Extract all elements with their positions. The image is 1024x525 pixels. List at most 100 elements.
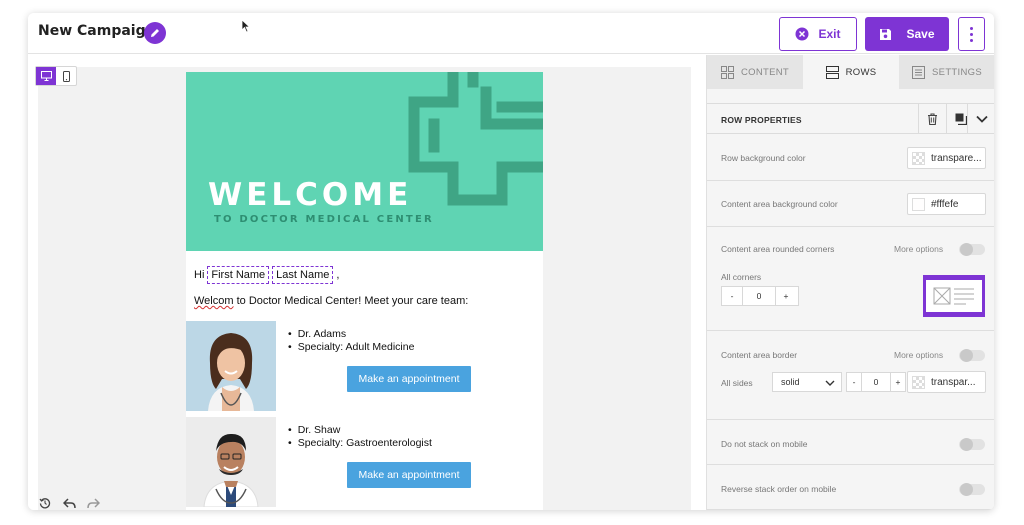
rows-icon bbox=[825, 65, 839, 79]
settings-list-icon bbox=[912, 65, 926, 79]
make-appointment-button[interactable]: Make an appointment bbox=[347, 462, 471, 488]
corners-value[interactable]: 0 bbox=[742, 287, 776, 305]
collapse-button[interactable] bbox=[967, 104, 994, 133]
welcome-text-rest: to Doctor Medical Center! Meet your care… bbox=[233, 295, 469, 307]
no-stack-toggle[interactable] bbox=[959, 438, 985, 451]
undo-button[interactable] bbox=[60, 496, 78, 510]
hero-subtitle: TO DOCTOR MEDICAL CENTER bbox=[214, 214, 434, 225]
rounded-corners-label: Content area rounded corners bbox=[721, 244, 835, 254]
rounded-corners-section: Content area rounded corners More option… bbox=[707, 227, 994, 331]
history-button[interactable] bbox=[36, 496, 54, 510]
reverse-stack-section: Reverse stack order on mobile bbox=[707, 465, 994, 510]
corners-stepper[interactable]: - 0 + bbox=[721, 286, 799, 306]
row-background-color-picker[interactable]: transpare... bbox=[907, 147, 986, 169]
doctor-specialty: Specialty: Gastroenterologist bbox=[288, 437, 432, 450]
image-placeholder-icon bbox=[933, 287, 974, 305]
save-label: Save bbox=[906, 27, 935, 41]
exit-label: Exit bbox=[818, 27, 841, 41]
duplicate-icon bbox=[955, 113, 967, 125]
tab-rows[interactable]: ROWS bbox=[803, 55, 899, 89]
trash-icon bbox=[928, 112, 937, 125]
border-section: Content area border More options All sid… bbox=[707, 331, 994, 420]
history-icon bbox=[39, 498, 51, 509]
undo-icon bbox=[62, 497, 76, 508]
more-options-label: More options bbox=[894, 350, 944, 360]
row-background-section: Row background color transpare... bbox=[707, 135, 994, 181]
doctor-specialty: Specialty: Adult Medicine bbox=[288, 341, 415, 354]
welcome-text[interactable]: Welcom to Doctor Medical Center! Meet yo… bbox=[194, 295, 468, 307]
tab-rows-label: ROWS bbox=[845, 66, 877, 78]
top-bar: New Campaign Exit Save bbox=[28, 13, 994, 54]
desktop-view-button[interactable] bbox=[36, 67, 56, 85]
properties-panel: CONTENT ROWS SETTINGS ROW PROPERTIES Row… bbox=[706, 55, 994, 510]
border-more-toggle[interactable] bbox=[959, 349, 985, 362]
reverse-stack-toggle[interactable] bbox=[959, 483, 985, 496]
content-background-label: Content area background color bbox=[721, 199, 838, 209]
border-width-stepper[interactable]: - 0 + bbox=[846, 372, 906, 392]
increment-button[interactable]: + bbox=[776, 287, 796, 305]
no-stack-section: Do not stack on mobile bbox=[707, 420, 994, 465]
decrement-button[interactable]: - bbox=[847, 373, 861, 391]
tab-content-label: CONTENT bbox=[740, 66, 789, 78]
doctor-row[interactable]: Dr. Shaw Specialty: Gastroenterologist M… bbox=[186, 417, 543, 507]
more-options-button[interactable] bbox=[958, 17, 985, 51]
make-appointment-button[interactable]: Make an appointment bbox=[347, 366, 471, 392]
tab-settings[interactable]: SETTINGS bbox=[899, 55, 994, 89]
decrement-button[interactable]: - bbox=[722, 287, 742, 305]
misspelled-word: Welcom bbox=[194, 295, 234, 307]
corner-preview bbox=[923, 275, 985, 317]
row-properties-header: ROW PROPERTIES bbox=[707, 103, 994, 134]
history-controls bbox=[36, 496, 102, 510]
floppy-disk-icon bbox=[880, 28, 892, 40]
content-background-color-picker[interactable]: #fffefe bbox=[907, 193, 986, 215]
panel-tabs: CONTENT ROWS SETTINGS bbox=[707, 55, 994, 89]
hero-banner[interactable]: WELCOME TO DOCTOR MEDICAL CENTER bbox=[186, 72, 543, 251]
all-sides-label: All sides bbox=[721, 378, 753, 388]
pencil-icon[interactable] bbox=[144, 22, 166, 44]
chevron-down-icon bbox=[975, 115, 988, 123]
monitor-icon bbox=[40, 71, 52, 81]
device-view-toggle bbox=[35, 66, 77, 86]
increment-button[interactable]: + bbox=[891, 373, 905, 391]
row-properties-title: ROW PROPERTIES bbox=[721, 115, 802, 125]
doctor-photo bbox=[186, 321, 276, 411]
all-corners-label: All corners bbox=[721, 272, 762, 282]
doctor-name: Dr. Shaw bbox=[288, 424, 432, 437]
merge-tag-first-name[interactable]: First Name bbox=[207, 266, 270, 284]
greeting-suffix: , bbox=[336, 269, 340, 281]
save-button[interactable]: Save bbox=[865, 17, 949, 51]
doctor-row[interactable]: Dr. Adams Specialty: Adult Medicine Make… bbox=[186, 321, 543, 411]
greeting-prefix: Hi bbox=[194, 269, 205, 281]
doctor-details: Dr. Shaw Specialty: Gastroenterologist bbox=[288, 424, 432, 450]
exit-button[interactable]: Exit bbox=[779, 17, 857, 51]
editor-window: New Campaign Exit Save WELCOME TO DOCTOR… bbox=[28, 13, 994, 510]
tab-content[interactable]: CONTENT bbox=[707, 55, 803, 89]
mobile-view-button[interactable] bbox=[56, 67, 76, 85]
border-style-value: solid bbox=[781, 377, 800, 387]
border-width-value[interactable]: 0 bbox=[861, 373, 891, 391]
chevron-down-icon bbox=[825, 380, 835, 386]
rounded-corners-more-toggle[interactable] bbox=[959, 243, 985, 256]
border-style-select[interactable]: solid bbox=[772, 372, 842, 392]
transparent-swatch bbox=[912, 375, 925, 389]
doctor-photo bbox=[186, 417, 276, 507]
merge-tag-last-name[interactable]: Last Name bbox=[272, 266, 334, 284]
grid-icon bbox=[720, 65, 734, 79]
greeting-line[interactable]: Hi First Name Last Name , bbox=[194, 266, 339, 284]
redo-button[interactable] bbox=[84, 496, 102, 510]
tab-settings-label: SETTINGS bbox=[932, 66, 982, 78]
color-swatch bbox=[912, 197, 925, 211]
border-color-value: transpar... bbox=[931, 376, 976, 388]
content-background-value: #fffefe bbox=[931, 198, 959, 210]
border-color-picker[interactable]: transpar... bbox=[907, 371, 986, 393]
delete-row-button[interactable] bbox=[918, 104, 946, 133]
close-circle-icon bbox=[795, 27, 809, 41]
email-preview: WELCOME TO DOCTOR MEDICAL CENTER Hi Firs… bbox=[186, 72, 543, 510]
reverse-stack-label: Reverse stack order on mobile bbox=[721, 484, 837, 494]
border-label: Content area border bbox=[721, 350, 798, 360]
mouse-cursor-icon bbox=[241, 19, 251, 33]
more-options-label: More options bbox=[894, 244, 944, 254]
campaign-title: New Campaign bbox=[38, 23, 156, 39]
row-background-value: transpare... bbox=[931, 152, 982, 164]
hero-title: WELCOME bbox=[208, 177, 413, 213]
